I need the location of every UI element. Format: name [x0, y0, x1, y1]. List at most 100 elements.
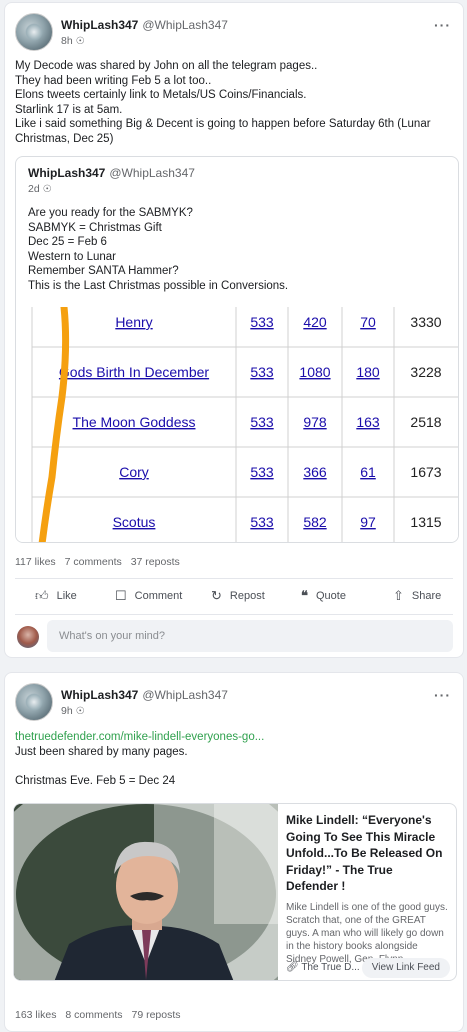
- more-options-icon[interactable]: ···: [434, 17, 451, 33]
- author-name[interactable]: WhipLash347: [61, 18, 138, 32]
- table-value: 533: [250, 514, 274, 530]
- comment-button[interactable]: ☐ Comment: [115, 582, 182, 610]
- share-button[interactable]: ⇧ Share: [393, 582, 441, 610]
- table-phrase: Henry: [115, 314, 152, 330]
- post-body: My Decode was shared by John on all the …: [15, 59, 453, 146]
- source-label: The True D...: [301, 962, 360, 973]
- quoted-post[interactable]: WhipLash347 @WhipLash347 2d ☉ Are you read…: [15, 156, 459, 543]
- avatar[interactable]: [15, 683, 53, 721]
- likes-count[interactable]: 163 likes: [15, 1009, 56, 1021]
- post-card-1: WhipLash347 @WhipLash347 8h ☉ ··· My Decod…: [4, 2, 464, 658]
- post-line: Christmas Eve. Feb 5 = Dec 24: [15, 774, 176, 787]
- likes-count[interactable]: 117 likes: [15, 556, 56, 568]
- quoted-line: Are you ready for the SABMYK?: [28, 207, 193, 219]
- user-avatar: [17, 626, 39, 648]
- post-header: WhipLash347 @WhipLash347 8h ☉ ···: [15, 13, 453, 53]
- globe-icon: ☉: [75, 706, 85, 717]
- author-name[interactable]: WhipLash347: [61, 688, 138, 702]
- preview-footer: 🔗︎ The True D... View Link Feed: [286, 958, 450, 978]
- comment-icon: ☐: [115, 588, 127, 603]
- post-card-2: WhipLash347 @WhipLash347 9h ☉ ··· thetrued…: [4, 672, 464, 1032]
- quoted-author-line: WhipLash347 @WhipLash347: [28, 166, 195, 180]
- table-value: 61: [360, 464, 376, 480]
- repost-label: Repost: [229, 590, 265, 602]
- timestamp[interactable]: 8h: [61, 35, 73, 47]
- table-value: 163: [356, 414, 380, 430]
- gematria-table-image[interactable]: Henry 533 420 70 3330 Gods Birth In December 5…: [16, 307, 458, 542]
- comment-input[interactable]: What's on your mind?: [47, 620, 453, 652]
- table-value: 3330: [410, 314, 441, 330]
- reposts-count[interactable]: 79 reposts: [131, 1009, 180, 1021]
- post-line: Just been shared by many pages.: [15, 745, 188, 758]
- orange-marker-stroke: [38, 307, 70, 542]
- more-options-icon[interactable]: ···: [434, 687, 451, 703]
- table-value: 70: [360, 314, 376, 330]
- quoted-line: SABMYK = Christmas Gift: [28, 221, 162, 234]
- like-label: Like: [56, 590, 77, 602]
- preview-title[interactable]: Mike Lindell: “Everyone's Going To See T…: [286, 812, 448, 895]
- gematria-table: Henry 533 420 70 3330 Gods Birth In December 5…: [31, 307, 458, 542]
- quote-label: Quote: [316, 590, 346, 602]
- post-time: 9h ☉: [61, 705, 85, 717]
- quote-button[interactable]: ❝ Quote: [301, 582, 346, 610]
- post-line: Christmas, Dec 25): [15, 132, 114, 145]
- like-button[interactable]: 👍︎ Like: [35, 582, 77, 610]
- repost-icon: ↻: [211, 588, 222, 603]
- table-phrase: Gods Birth In December: [59, 364, 210, 380]
- quoted-post-body: Are you ready for the SABMYK? SABMYK = C…: [28, 206, 288, 293]
- comments-count[interactable]: 8 comments: [65, 1009, 122, 1021]
- action-bar: 👍︎ Like ☐ Comment ↻ Repost ❝ Quote ⇧ Share: [15, 582, 453, 610]
- divider: [15, 578, 453, 579]
- quoted-author-name[interactable]: WhipLash347: [28, 166, 105, 180]
- post-line: My Decode was shared by John on all the …: [15, 60, 318, 72]
- article-link[interactable]: thetruedefender.com/mike-lindell-everyon…: [15, 730, 453, 745]
- table-phrase: Cory: [119, 464, 149, 480]
- share-label: Share: [411, 590, 442, 602]
- globe-icon: ☉: [42, 184, 52, 195]
- post-stats: 117 likes 7 comments 37 reposts: [15, 556, 186, 568]
- table-value: 978: [303, 414, 327, 430]
- table-value: 1080: [299, 364, 330, 380]
- preview-description: Mike Lindell is one of the good guys. Sc…: [286, 901, 448, 965]
- view-link-feed-button[interactable]: View Link Feed: [361, 958, 450, 978]
- table-value: 420: [303, 314, 327, 330]
- post-header: WhipLash347 @WhipLash347 9h ☉ ···: [15, 683, 453, 723]
- table-value: 366: [303, 464, 327, 480]
- repost-button[interactable]: ↻ Repost: [211, 582, 265, 610]
- table-value: 3228: [410, 364, 441, 380]
- post-line: Elons tweets certainly link to Metals/US…: [15, 89, 307, 101]
- author-handle[interactable]: @WhipLash347: [142, 18, 228, 32]
- table-value: 2518: [410, 414, 441, 430]
- post-line: They had been writing Feb 5 a lot too..: [15, 74, 212, 87]
- quoted-line: Remember SANTA Hammer?: [28, 265, 179, 277]
- table-value: 533: [250, 464, 274, 480]
- table-value: 1673: [410, 464, 441, 480]
- timestamp[interactable]: 9h: [61, 705, 73, 717]
- quoted-author-handle[interactable]: @WhipLash347: [109, 166, 195, 180]
- table-value: 533: [250, 414, 274, 430]
- thumbs-up-icon: 👍︎: [35, 588, 49, 603]
- avatar[interactable]: [15, 13, 53, 51]
- link-icon: 🔗︎: [286, 962, 299, 973]
- author-handle[interactable]: @WhipLash347: [142, 688, 228, 702]
- comments-count[interactable]: 7 comments: [65, 556, 122, 568]
- post-line: [15, 759, 453, 774]
- table-value: 97: [360, 514, 376, 530]
- article-thumbnail[interactable]: [14, 804, 278, 980]
- post-body: thetruedefender.com/mike-lindell-everyon…: [15, 730, 453, 788]
- table-value: 1315: [410, 514, 441, 530]
- post-line: Starlink 17 is at 5am.: [15, 103, 123, 116]
- comment-label: Comment: [134, 590, 183, 602]
- share-icon: ⇧: [393, 588, 404, 603]
- quoted-line: This is the Last Christmas possible in C…: [28, 279, 289, 292]
- preview-source: 🔗︎ The True D...: [286, 962, 360, 973]
- quoted-line: Western to Lunar: [28, 250, 117, 263]
- thumbnail-photo: [14, 804, 278, 980]
- post-stats: 163 likes 8 comments 79 reposts: [15, 1009, 187, 1021]
- table-value: 582: [303, 514, 327, 530]
- preview-text: Mike Lindell: “Everyone's Going To See T…: [286, 812, 448, 966]
- quoted-post-time: 2d ☉: [28, 183, 52, 195]
- reposts-count[interactable]: 37 reposts: [131, 556, 180, 568]
- comment-composer: What's on your mind?: [15, 619, 453, 653]
- link-preview-card[interactable]: Mike Lindell: “Everyone's Going To See T…: [13, 803, 457, 981]
